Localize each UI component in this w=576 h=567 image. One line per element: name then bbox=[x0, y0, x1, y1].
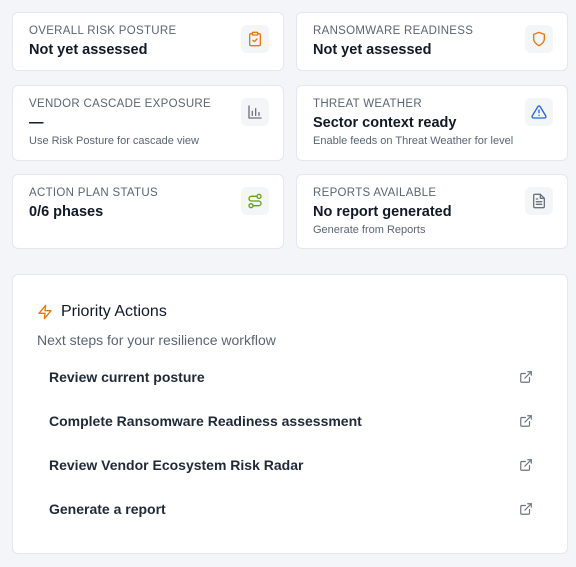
card-subtext: Enable feeds on Threat Weather for level bbox=[313, 135, 514, 147]
action-label: Review current posture bbox=[49, 369, 205, 385]
card-subtext: Generate from Reports bbox=[313, 224, 426, 236]
action-review-vendor-radar[interactable]: Review Vendor Ecosystem Risk Radar bbox=[37, 447, 545, 483]
threat-weather-card[interactable]: THREAT WEATHER Sector context ready Enab… bbox=[296, 85, 568, 161]
priority-actions-header: Priority Actions bbox=[37, 303, 167, 321]
route-icon bbox=[241, 187, 269, 215]
card-value: No report generated bbox=[313, 204, 452, 220]
card-value: Sector context ready bbox=[313, 115, 457, 131]
vendor-cascade-exposure-card[interactable]: VENDOR CASCADE EXPOSURE — Use Risk Postu… bbox=[12, 85, 284, 161]
card-label: OVERALL RISK POSTURE bbox=[29, 25, 177, 37]
priority-actions-subtitle: Next steps for your resilience workflow bbox=[37, 332, 276, 348]
bar-chart-icon bbox=[241, 98, 269, 126]
overall-risk-posture-card[interactable]: OVERALL RISK POSTURE Not yet assessed bbox=[12, 12, 284, 71]
priority-actions-panel: Priority Actions Next steps for your res… bbox=[12, 274, 568, 554]
action-plan-status-card[interactable]: ACTION PLAN STATUS 0/6 phases bbox=[12, 174, 284, 249]
card-label: REPORTS AVAILABLE bbox=[313, 187, 437, 199]
zap-icon bbox=[37, 304, 53, 320]
card-label: ACTION PLAN STATUS bbox=[29, 187, 158, 199]
card-value: 0/6 phases bbox=[29, 204, 104, 220]
ransomware-readiness-card[interactable]: RANSOMWARE READINESS Not yet assessed bbox=[296, 12, 568, 71]
action-label: Complete Ransomware Readiness assessment bbox=[49, 413, 362, 429]
shield-icon bbox=[525, 25, 553, 53]
clipboard-check-icon bbox=[241, 25, 269, 53]
file-text-icon bbox=[525, 187, 553, 215]
action-label: Review Vendor Ecosystem Risk Radar bbox=[49, 457, 304, 473]
external-link-icon[interactable] bbox=[519, 458, 533, 472]
action-review-posture[interactable]: Review current posture bbox=[37, 359, 545, 395]
card-subtext: Use Risk Posture for cascade view bbox=[29, 135, 199, 147]
action-complete-ransomware-assessment[interactable]: Complete Ransomware Readiness assessment bbox=[37, 403, 545, 439]
alert-triangle-icon bbox=[525, 98, 553, 126]
external-link-icon[interactable] bbox=[519, 370, 533, 384]
card-label: VENDOR CASCADE EXPOSURE bbox=[29, 98, 211, 110]
reports-available-card[interactable]: REPORTS AVAILABLE No report generated Ge… bbox=[296, 174, 568, 249]
action-label: Generate a report bbox=[49, 501, 166, 517]
card-label: THREAT WEATHER bbox=[313, 98, 422, 110]
external-link-icon[interactable] bbox=[519, 502, 533, 516]
card-value: Not yet assessed bbox=[313, 42, 432, 58]
card-value: Not yet assessed bbox=[29, 42, 148, 58]
action-generate-report[interactable]: Generate a report bbox=[37, 491, 545, 527]
external-link-icon[interactable] bbox=[519, 414, 533, 428]
card-label: RANSOMWARE READINESS bbox=[313, 25, 474, 37]
card-value: — bbox=[29, 115, 44, 131]
priority-actions-title: Priority Actions bbox=[61, 303, 167, 320]
